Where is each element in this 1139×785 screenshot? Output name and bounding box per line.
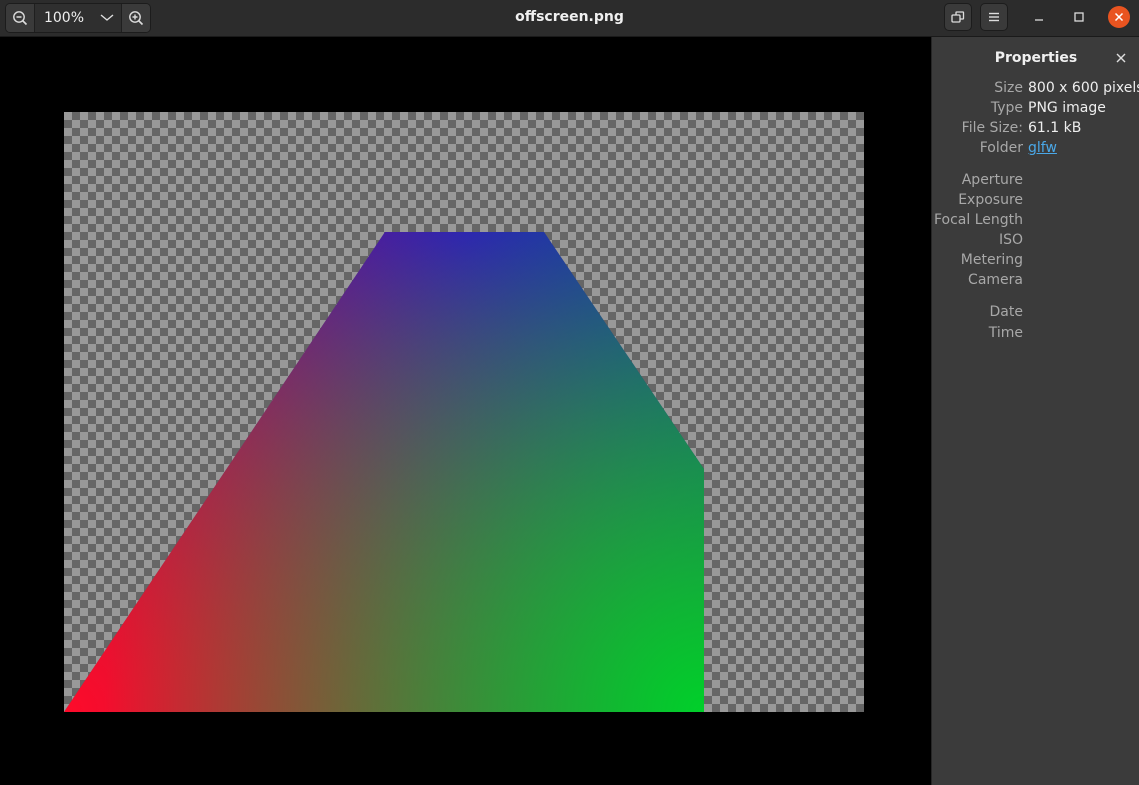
property-label: Metering: [960, 252, 1023, 268]
properties-close-button[interactable]: [1113, 50, 1129, 66]
window-restore-icon: [951, 11, 965, 23]
property-value: 61.1 kB: [1028, 120, 1082, 136]
close-icon: [1116, 53, 1126, 63]
zoom-out-button[interactable]: [6, 4, 35, 32]
property-label: File Size:: [961, 120, 1023, 136]
property-value: PNG image: [1028, 100, 1106, 116]
property-folder: Folder glfw: [932, 140, 1139, 160]
hamburger-menu-icon: [989, 12, 999, 22]
property-focal-length: Focal Length: [932, 212, 1139, 232]
property-label: Folder: [979, 140, 1023, 156]
property-label: Date: [989, 304, 1023, 320]
header-bar: 100% offscreen.png: [0, 0, 1139, 37]
property-iso: ISO: [932, 232, 1139, 252]
properties-panel: Properties Size 800 x 600 pixels Type PN…: [931, 37, 1139, 785]
property-metering: Metering: [932, 252, 1139, 272]
property-type: Type PNG image: [932, 100, 1139, 120]
property-aperture: Aperture: [932, 172, 1139, 192]
maximize-icon: [1074, 12, 1084, 22]
gallery-toggle-button[interactable]: [944, 3, 972, 31]
property-label: Aperture: [961, 172, 1023, 188]
rendered-image: [64, 232, 704, 712]
property-time: Time: [932, 325, 1139, 345]
zoom-dropdown-button[interactable]: [93, 4, 121, 32]
minimize-button[interactable]: [1028, 6, 1050, 28]
property-file-size: File Size: 61.1 kB: [932, 120, 1139, 140]
close-icon: [1114, 12, 1124, 22]
property-label: ISO: [998, 232, 1023, 248]
property-exposure: Exposure: [932, 192, 1139, 212]
property-label: Size: [994, 80, 1023, 96]
maximize-button[interactable]: [1068, 6, 1090, 28]
property-label: Exposure: [958, 192, 1023, 208]
properties-title: Properties: [994, 50, 1078, 66]
zoom-in-button[interactable]: [121, 4, 150, 32]
zoom-in-icon: [129, 11, 144, 26]
image-canvas[interactable]: [64, 112, 864, 712]
image-viewer[interactable]: [0, 37, 931, 785]
property-size: Size 800 x 600 pixels: [932, 80, 1139, 100]
property-date: Date: [932, 304, 1139, 324]
minimize-icon: [1035, 19, 1043, 21]
property-value: 800 x 600 pixels: [1028, 80, 1139, 96]
chevron-down-icon: [100, 14, 114, 21]
close-button[interactable]: [1108, 6, 1130, 28]
zoom-controls: 100%: [5, 3, 151, 33]
property-label: Camera: [968, 272, 1023, 288]
zoom-level[interactable]: 100%: [35, 4, 93, 32]
folder-link[interactable]: glfw: [1028, 140, 1057, 156]
zoom-out-icon: [13, 11, 28, 26]
menu-button[interactable]: [980, 3, 1008, 31]
property-camera: Camera: [932, 272, 1139, 292]
property-label: Focal Length: [933, 212, 1023, 228]
property-label: Type: [990, 100, 1023, 116]
property-label: Time: [988, 325, 1023, 341]
